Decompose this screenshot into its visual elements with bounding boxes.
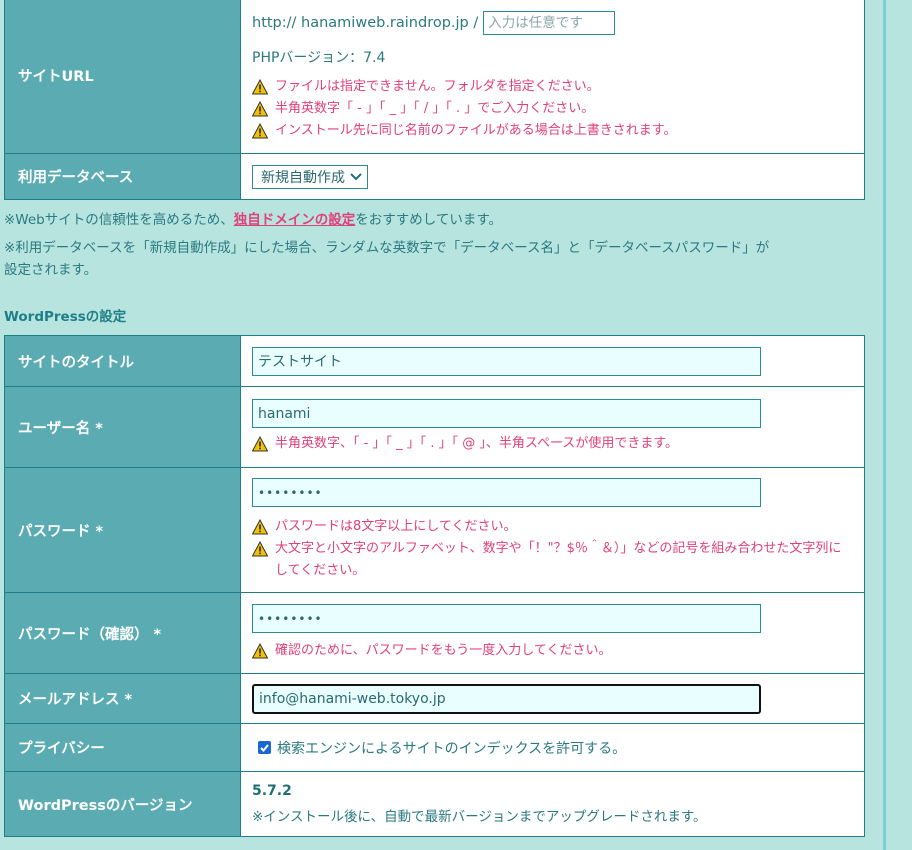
site-title-input[interactable]: テストサイト — [252, 346, 761, 376]
password-field: •••••••• パスワードは8文字以上にしてください。 大文字と小文字のアルフ… — [240, 467, 865, 593]
password-warning-2: 大文字と小文字のアルファベット、数字や「！"？$％＾＆）」などの記号を組み合わせ… — [252, 538, 854, 582]
site-url-input[interactable]: 入力は任意です — [483, 10, 616, 35]
note-text: ※Webサイトの信頼性を高めるため、 — [4, 212, 234, 228]
database-label: 利用データベース — [4, 153, 241, 200]
warning-text: ファイルは指定できません。フォルダを指定ください。 — [275, 78, 600, 94]
warning-triangle-icon — [252, 519, 268, 535]
check-icon — [260, 744, 269, 752]
database-note-cont: 設定されます。 — [4, 262, 98, 278]
privacy-label: プライバシー — [4, 723, 241, 772]
privacy-checkbox[interactable] — [258, 741, 271, 754]
email-field: info@hanami-web.tokyo.jp — [240, 673, 865, 724]
warning-triangle-icon — [252, 122, 268, 138]
wp-version-value: 5.7.2 — [252, 783, 292, 799]
warning-triangle-icon — [252, 643, 268, 659]
site-url-warning-3: インストール先に同じ名前のファイルがある場合は上書きされます。 — [252, 120, 854, 142]
site-title-label: サイトのタイトル — [4, 335, 241, 387]
database-select[interactable]: 新規自動作成 — [252, 164, 368, 189]
warning-triangle-icon — [252, 78, 268, 94]
custom-domain-link[interactable]: 独自ドメインの設定 — [234, 212, 356, 228]
warning-text: 半角英数字「 - 」「 _ 」「 / 」「 . 」でご入力ください。 — [275, 100, 595, 116]
site-url-warning-1: ファイルは指定できません。フォルダを指定ください。 — [252, 76, 854, 98]
wordpress-settings-table: サイトのタイトル テストサイト ユーザー名 * hanami 半角英数字、「 -… — [4, 335, 865, 837]
site-url-warning-2: 半角英数字「 - 」「 _ 」「 / 」「 . 」でご入力ください。 — [252, 98, 854, 120]
site-url-field: http:// hanamiweb.raindrop.jp / 入力は任意です … — [240, 0, 865, 154]
password-confirm-label: パスワード（確認） * — [4, 592, 241, 674]
database-field: 新規自動作成 — [240, 153, 865, 200]
username-field: hanami 半角英数字、「 - 」「 _ 」「 . 」「 @ 」、半角スペース… — [240, 386, 865, 468]
warning-text: 半角英数字、「 - 」「 _ 」「 . 」「 @ 」、半角スペースが使用できます… — [275, 436, 679, 451]
wordpress-section-title: WordPressの設定 — [4, 309, 127, 325]
username-input[interactable]: hanami — [252, 399, 761, 428]
warning-triangle-icon — [252, 436, 268, 452]
domain-note: ※Webサイトの信頼性を高めるため、独自ドメインの設定をおすすめしています。 — [4, 209, 502, 231]
wp-version-label: WordPressのバージョン — [4, 771, 241, 837]
email-input[interactable]: info@hanami-web.tokyo.jp — [252, 683, 761, 714]
email-label: メールアドレス * — [4, 673, 241, 724]
site-url-label: サイトURL — [4, 0, 241, 154]
wp-version-field: 5.7.2 ※インストール後に、自動で最新バージョンまでアップグレードされます。 — [240, 771, 865, 837]
password-confirm-warning: 確認のために、パスワードをもう一度入力してください。 — [252, 640, 854, 662]
database-select-value: 新規自動作成 — [261, 169, 345, 186]
privacy-checkbox-label: 検索エンジンによるサイトのインデックスを許可する。 — [277, 740, 627, 757]
database-note: ※利用データベースを「新規自動作成」にした場合、ランダムな英数字で「データベース… — [4, 240, 770, 256]
site-settings-table: サイトURL http:// hanamiweb.raindrop.jp / 入… — [4, 0, 865, 200]
warning-text: パスワードは8文字以上にしてください。 — [275, 519, 517, 534]
wp-version-note: ※インストール後に、自動で最新バージョンまでアップグレードされます。 — [252, 809, 707, 825]
password-label: パスワード * — [4, 467, 241, 593]
php-version: PHPバージョン：7.4 — [252, 49, 386, 66]
warning-triangle-icon — [252, 100, 268, 116]
chevron-down-icon — [350, 172, 362, 180]
installer-form-page: サイトURL http:// hanamiweb.raindrop.jp / 入… — [0, 0, 912, 850]
password-input[interactable]: •••••••• — [252, 478, 761, 507]
page-margin — [886, 0, 912, 850]
password-confirm-input[interactable]: •••••••• — [252, 604, 761, 633]
privacy-option[interactable]: 検索エンジンによるサイトのインデックスを許可する。 — [252, 738, 854, 758]
warning-text: インストール先に同じ名前のファイルがある場合は上書きされます。 — [275, 122, 677, 138]
username-label: ユーザー名 * — [4, 386, 241, 468]
password-confirm-field: •••••••• 確認のために、パスワードをもう一度入力してください。 — [240, 592, 865, 674]
site-url-prefix: http:// hanamiweb.raindrop.jp / — [252, 14, 479, 31]
privacy-field: 検索エンジンによるサイトのインデックスを許可する。 — [240, 723, 865, 772]
site-title-field: テストサイト — [240, 335, 865, 387]
warning-text: 大文字と小文字のアルファベット、数字や「！"？$％＾＆）」などの記号を組み合わせ… — [275, 541, 842, 578]
note-text: をおすすめしています。 — [355, 212, 502, 228]
warning-triangle-icon — [252, 541, 268, 557]
password-warning-1: パスワードは8文字以上にしてください。 — [252, 516, 854, 538]
warning-text: 確認のために、パスワードをもう一度入力してください。 — [275, 643, 612, 658]
username-warning: 半角英数字、「 - 」「 _ 」「 . 」「 @ 」、半角スペースが使用できます… — [252, 433, 854, 455]
